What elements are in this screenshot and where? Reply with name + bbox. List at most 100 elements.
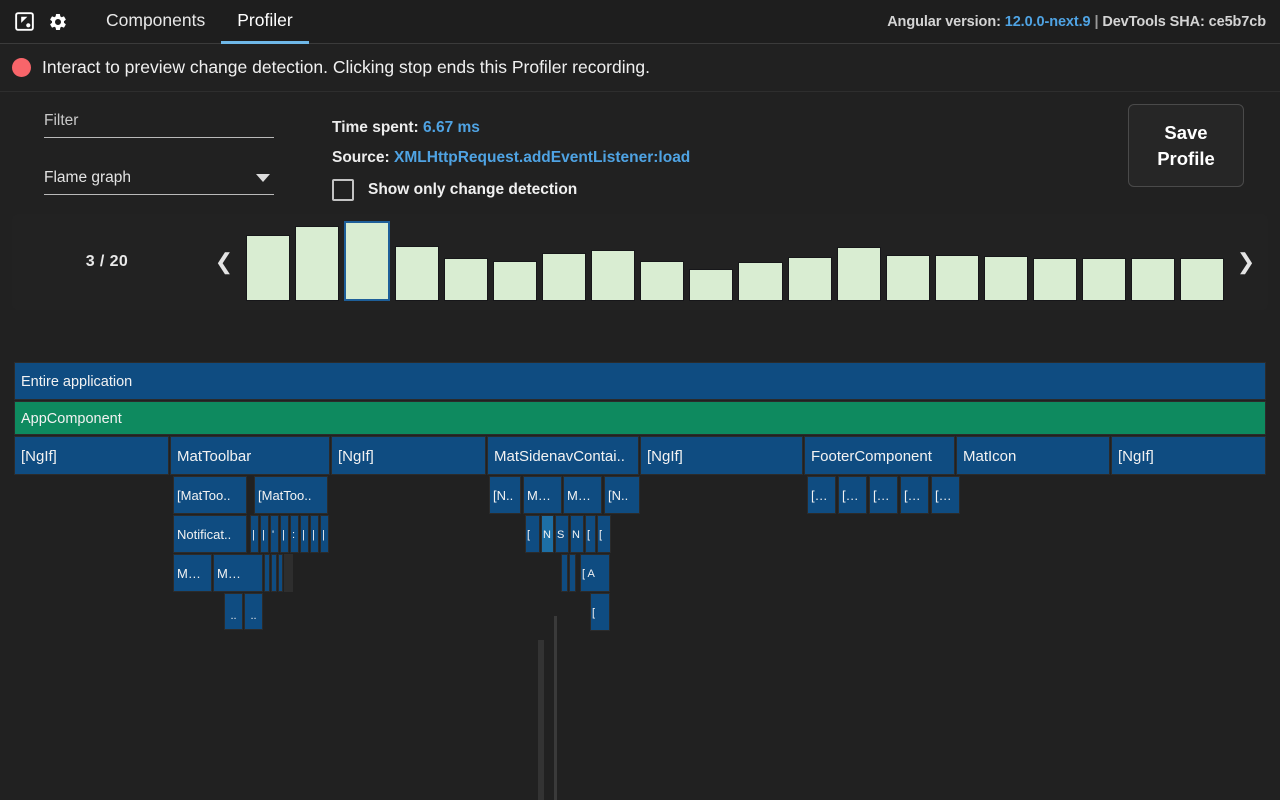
flame-node-sidenav-gc-4[interactable]: N bbox=[570, 515, 584, 553]
flame-node-dots-2[interactable]: .. bbox=[244, 593, 263, 630]
time-spent-line: Time spent: 6.67 ms bbox=[332, 113, 690, 143]
frame-bar-11[interactable] bbox=[738, 262, 782, 301]
flame-node-footer-child-2[interactable]: [… bbox=[838, 476, 867, 514]
flame-node-sidenav-gc-3[interactable]: S bbox=[555, 515, 569, 553]
frame-bar-8[interactable] bbox=[591, 250, 635, 301]
filter-field[interactable]: Filter bbox=[44, 110, 274, 138]
frame-bar-19[interactable] bbox=[1131, 258, 1175, 301]
view-mode-value[interactable]: Flame graph bbox=[44, 167, 274, 189]
flame-node-toolbar-leaf-6[interactable]: | bbox=[300, 515, 309, 553]
flame-node-toolbar-leaf-2[interactable]: | bbox=[260, 515, 269, 553]
angular-version-value: 12.0.0-next.9 bbox=[1005, 14, 1091, 30]
flame-node-sidenav-child-2[interactable]: M… bbox=[523, 476, 562, 514]
frame-bar-7[interactable] bbox=[542, 253, 586, 301]
flame-node-sidenav-child-3[interactable]: M… bbox=[563, 476, 602, 514]
flame-node-sidenav-l5-leaf-2[interactable] bbox=[569, 554, 576, 592]
flame-node-footer-component[interactable]: FooterComponent bbox=[804, 436, 955, 475]
flame-node-mat-icon[interactable]: MatIcon bbox=[956, 436, 1110, 475]
flame-node-footer-child-4[interactable]: [… bbox=[900, 476, 929, 514]
flame-node-ngif-3[interactable]: [NgIf] bbox=[640, 436, 803, 475]
flame-vertical-scrollbar[interactable] bbox=[554, 616, 557, 800]
flame-node-ngif-1[interactable]: [NgIf] bbox=[14, 436, 169, 475]
flame-node-sidenav-gc-6[interactable]: [ bbox=[597, 515, 611, 553]
flame-node-toolbar-leaf-3[interactable]: ' bbox=[270, 515, 279, 553]
frame-bar-2[interactable] bbox=[295, 226, 339, 301]
frame-bar-9[interactable] bbox=[640, 261, 684, 301]
show-only-change-detection-checkbox[interactable] bbox=[332, 179, 354, 201]
tab-components[interactable]: Components bbox=[90, 0, 221, 44]
flame-node-m-spacer bbox=[284, 554, 293, 592]
frame-bar-13[interactable] bbox=[837, 247, 881, 301]
flame-node-footer-child-3[interactable]: [… bbox=[869, 476, 898, 514]
previous-frame-button[interactable]: ❮ bbox=[202, 214, 246, 310]
flame-node-m-leaf-2[interactable] bbox=[271, 554, 277, 592]
flame-node-mat-toolbar[interactable]: MatToolbar bbox=[170, 436, 330, 475]
flame-node-sidenav-l5-main[interactable]: [ A bbox=[580, 554, 610, 592]
flame-node-entire-application[interactable]: Entire application bbox=[14, 362, 1266, 400]
controls-info-group: Time spent: 6.67 ms Source: XMLHttpReque… bbox=[332, 113, 690, 201]
flame-node-dots-1[interactable]: .. bbox=[224, 593, 243, 630]
frame-bar-14[interactable] bbox=[886, 255, 930, 301]
frame-bar-chart[interactable] bbox=[246, 214, 1224, 310]
source-value[interactable]: XMLHttpRequest.addEventListener:load bbox=[394, 149, 690, 166]
flame-node-sidenav-gc-5[interactable]: [ bbox=[585, 515, 596, 553]
frame-bar-17[interactable] bbox=[1033, 258, 1077, 301]
flame-node-sidenav-child-1[interactable]: [N.. bbox=[489, 476, 521, 514]
version-separator: | bbox=[1094, 14, 1098, 30]
gear-icon[interactable] bbox=[44, 8, 72, 36]
tab-profiler[interactable]: Profiler bbox=[221, 0, 308, 44]
flame-node-ngif-4[interactable]: [NgIf] bbox=[1111, 436, 1266, 475]
frame-bar-20[interactable] bbox=[1180, 258, 1224, 301]
frame-bar-15[interactable] bbox=[935, 255, 979, 301]
flame-node-sidenav-child-4[interactable]: [N.. bbox=[604, 476, 640, 514]
change-detection-filter-row[interactable]: Show only change detection bbox=[332, 179, 690, 201]
controls-left-group: Filter Flame graph bbox=[44, 110, 274, 195]
flame-node-toolbar-leaf-4[interactable]: | bbox=[280, 515, 289, 553]
devtools-sha-value: ce5b7cb bbox=[1209, 14, 1266, 30]
inspect-element-icon[interactable] bbox=[10, 8, 38, 36]
devtools-sha-label: DevTools SHA: bbox=[1102, 14, 1204, 30]
flame-graph: Entire application AppComponent [NgIf] M… bbox=[14, 362, 1266, 800]
flame-node-toolbar-leaf-1[interactable]: | bbox=[250, 515, 259, 553]
flame-node-m-2[interactable]: M… bbox=[213, 554, 263, 592]
flame-node-notification[interactable]: Notificat.. bbox=[173, 515, 247, 553]
angular-version-label: Angular version: bbox=[887, 14, 1001, 30]
flame-node-m-leaf-3[interactable] bbox=[278, 554, 283, 592]
flame-node-m-1[interactable]: M… bbox=[173, 554, 212, 592]
flame-node-mat-toolbar-row-1[interactable]: [MatToo.. bbox=[173, 476, 247, 514]
next-frame-button[interactable]: ❯ bbox=[1224, 214, 1268, 310]
flame-scroll-guide bbox=[538, 640, 544, 800]
view-mode-select[interactable]: Flame graph bbox=[44, 167, 274, 195]
flame-node-sidenav-l5-leaf-1[interactable] bbox=[561, 554, 568, 592]
flame-node-ngif-2[interactable]: [NgIf] bbox=[331, 436, 486, 475]
flame-node-app-component[interactable]: AppComponent bbox=[14, 401, 1266, 435]
frame-bar-12[interactable] bbox=[788, 257, 832, 301]
flame-node-footer-child-5[interactable]: [… bbox=[931, 476, 960, 514]
frame-bar-5[interactable] bbox=[444, 258, 488, 301]
flame-node-toolbar-leaf-8[interactable]: | bbox=[320, 515, 329, 553]
flame-node-m-leaf-1[interactable] bbox=[264, 554, 270, 592]
flame-node-sidenav-gc-2[interactable]: N bbox=[541, 515, 554, 553]
filter-input[interactable]: Filter bbox=[44, 110, 274, 132]
frame-bar-10[interactable] bbox=[689, 269, 733, 301]
flame-node-sidenav-l6[interactable]: [ bbox=[590, 593, 610, 631]
flame-node-toolbar-leaf-5[interactable]: : bbox=[290, 515, 299, 553]
flame-node-mat-sidenav-container[interactable]: MatSidenavContai.. bbox=[487, 436, 639, 475]
top-navigation-bar: Components Profiler Angular version: 12.… bbox=[0, 0, 1280, 44]
flame-node-sidenav-gc-1[interactable]: [ bbox=[525, 515, 540, 553]
save-profile-button[interactable]: Save Profile bbox=[1128, 104, 1244, 187]
profiler-controls: Filter Flame graph Time spent: 6.67 ms S… bbox=[0, 92, 1280, 210]
frame-bar-6[interactable] bbox=[493, 261, 537, 301]
version-info: Angular version: 12.0.0-next.9 | DevTool… bbox=[887, 14, 1266, 30]
frame-bar-4[interactable] bbox=[395, 246, 439, 301]
frame-bar-16[interactable] bbox=[984, 256, 1028, 301]
flame-node-footer-child-1[interactable]: [… bbox=[807, 476, 836, 514]
frame-bar-3[interactable] bbox=[344, 221, 390, 301]
frame-bar-1[interactable] bbox=[246, 235, 290, 301]
recording-indicator-icon[interactable] bbox=[12, 58, 31, 77]
flame-node-mat-toolbar-row-2[interactable]: [MatToo.. bbox=[254, 476, 328, 514]
frame-bar-18[interactable] bbox=[1082, 258, 1126, 301]
flame-node-toolbar-leaf-7[interactable]: | bbox=[310, 515, 319, 553]
save-profile-line1: Save bbox=[1164, 120, 1207, 146]
chevron-down-icon[interactable] bbox=[256, 174, 270, 182]
